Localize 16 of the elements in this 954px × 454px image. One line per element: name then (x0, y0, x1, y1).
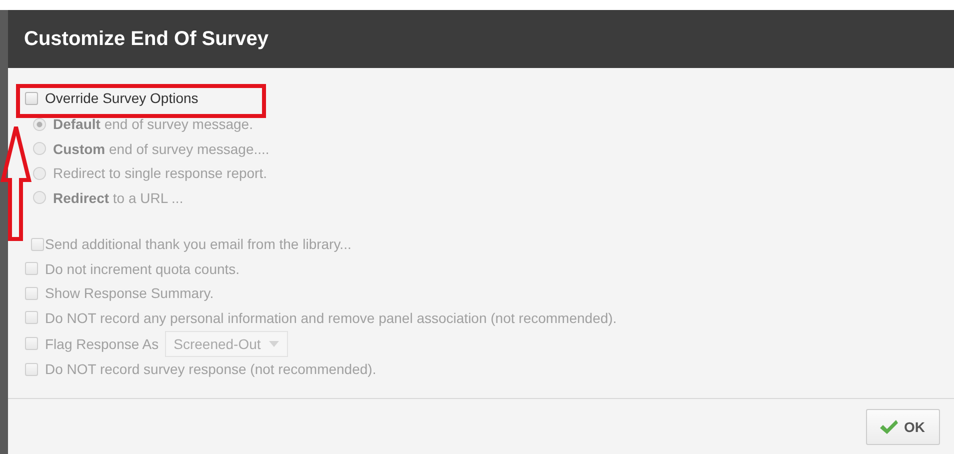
option-label: Override Survey Options (45, 90, 198, 106)
dialog-title: Customize End Of Survey (24, 28, 268, 50)
option-label: Flag Response As (45, 336, 159, 352)
option-label: Show Response Summary. (45, 285, 214, 302)
option-label: Do not increment quota counts. (45, 260, 240, 277)
option-label: Redirect to a URL ... (53, 190, 184, 206)
caret-icon (268, 340, 279, 346)
option-label: Send additional thank you email from the library... (45, 236, 352, 252)
option-label: Custom end of survey message.... (53, 140, 270, 157)
checkbox[interactable] (25, 92, 38, 104)
option-label: Default end of survey message. (53, 116, 253, 132)
option-label: Do NOT record any personal information and remove panel association (not recommended). (45, 310, 617, 326)
ok-button[interactable]: OK (866, 408, 940, 444)
option-label: Do NOT record survey response (not recommended). (45, 361, 376, 378)
option-label: Redirect to single response report. (53, 165, 267, 182)
checkmark-icon (879, 418, 899, 434)
